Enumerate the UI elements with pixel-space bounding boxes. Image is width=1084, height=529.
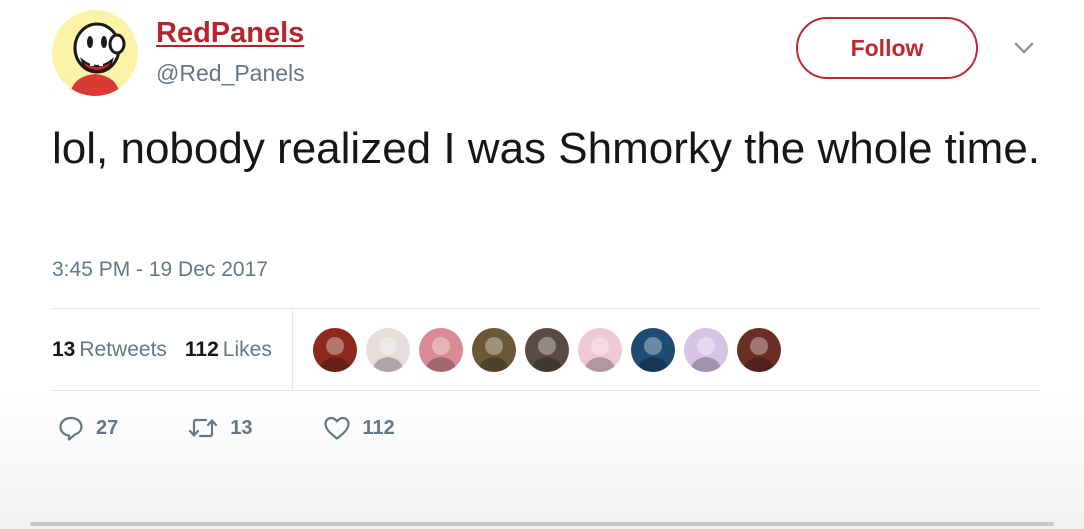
liker-avatar[interactable] [365, 328, 410, 372]
liker-avatar[interactable] [577, 328, 622, 372]
retweets-stat[interactable]: 13 Retweets [52, 338, 167, 362]
user-handle[interactable]: @Red_Panels [156, 59, 305, 87]
liker-avatar[interactable] [736, 328, 781, 372]
bottom-edge [30, 522, 1054, 526]
retweets-count: 13 [52, 338, 76, 361]
liker-avatars [312, 328, 790, 372]
like-button[interactable]: 112 [323, 415, 395, 441]
heart-icon [323, 416, 350, 440]
reply-count: 27 [96, 416, 119, 439]
avatar-image [52, 10, 138, 96]
tweet-actions: 27 13 112 [58, 415, 465, 441]
stats-separator [291, 310, 293, 390]
liker-avatar[interactable] [418, 328, 463, 372]
liker-avatar[interactable] [471, 328, 516, 372]
avatar[interactable] [52, 10, 138, 96]
retweet-icon [189, 418, 218, 438]
tweet-timestamp[interactable]: 3:45 PM - 19 Dec 2017 [52, 258, 268, 282]
tweet-card: RedPanels @Red_Panels Follow lol, nobody… [0, 0, 1084, 529]
retweet-count: 13 [230, 416, 253, 439]
divider-top [52, 308, 1040, 309]
liker-avatar[interactable] [524, 328, 569, 372]
tweet-stats: 13 Retweets 112 Likes [52, 310, 1040, 390]
likes-stat[interactable]: 112 Likes [185, 338, 272, 362]
reply-button[interactable]: 27 [58, 415, 118, 441]
liker-avatar[interactable] [312, 328, 357, 372]
divider-bottom [52, 390, 1040, 391]
likes-count: 112 [184, 338, 219, 361]
reply-icon [59, 416, 83, 441]
retweets-label: Retweets [79, 338, 167, 361]
likes-label: Likes [222, 338, 272, 361]
display-name[interactable]: RedPanels [156, 15, 305, 51]
user-names: RedPanels @Red_Panels [156, 15, 305, 87]
tweet-text: lol, nobody realized I was Shmorky the w… [52, 124, 1041, 173]
retweet-button[interactable]: 13 [188, 416, 253, 440]
liker-avatar[interactable] [683, 328, 728, 372]
tweet-header: RedPanels @Red_Panels [52, 10, 305, 96]
chevron-down-icon[interactable] [1012, 40, 1036, 56]
follow-button[interactable]: Follow [796, 17, 978, 79]
like-count: 112 [362, 416, 395, 439]
liker-avatar[interactable] [630, 328, 675, 372]
